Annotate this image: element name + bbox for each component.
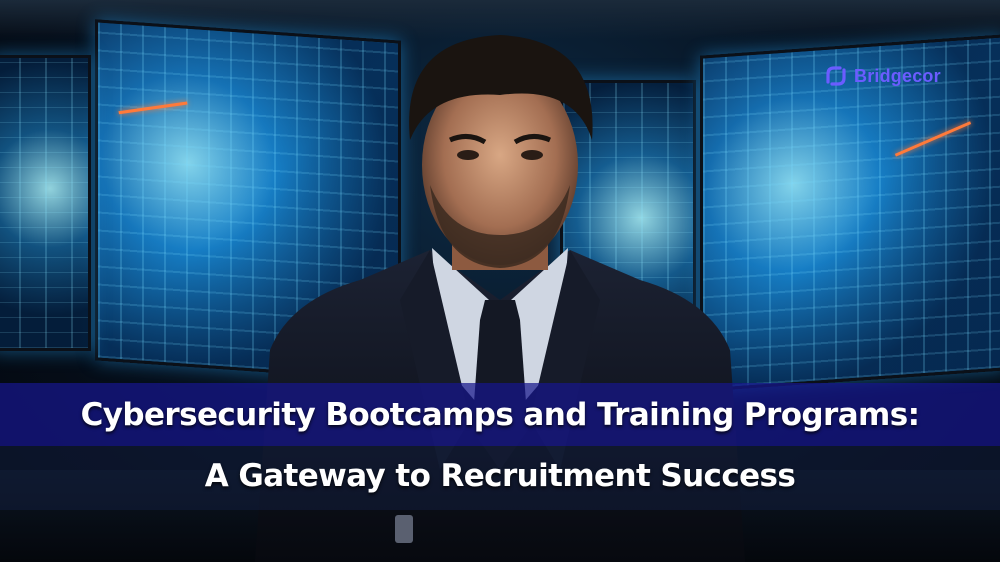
hero-image: Bridgecor Cybersecurity Bootcamps and Tr… xyxy=(0,0,1000,562)
brand-name: Bridgecor xyxy=(854,65,941,86)
brand-logo: Bridgecor xyxy=(824,64,941,88)
headline-line-2: A Gateway to Recruitment Success xyxy=(204,458,796,494)
headline-line-1: Cybersecurity Bootcamps and Training Pro… xyxy=(80,397,920,433)
bridgecor-logo-icon xyxy=(826,66,846,86)
